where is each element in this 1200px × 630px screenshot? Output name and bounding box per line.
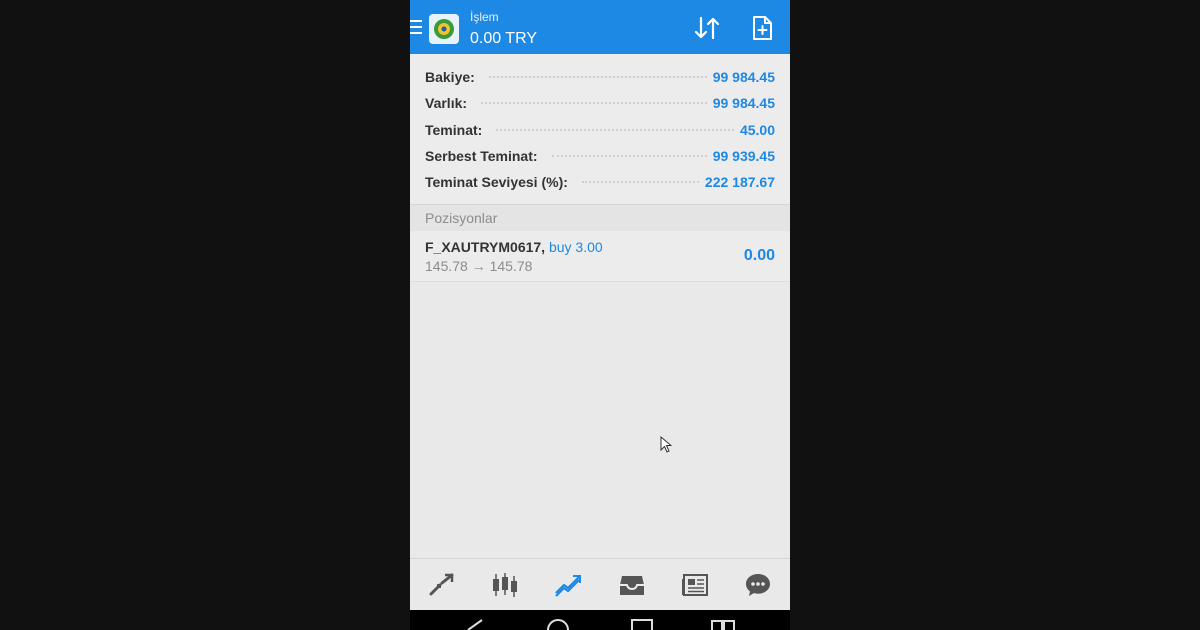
empty-content-area — [410, 282, 790, 558]
nav-chat[interactable] — [738, 565, 778, 605]
system-nav-bar — [410, 610, 790, 630]
dotted-leader — [581, 181, 699, 183]
balance-value: 99 984.45 — [712, 69, 775, 85]
margin-level-label: Teminat Seviyesi (%): — [425, 174, 568, 190]
margin-row: Teminat: 45.00 — [425, 117, 775, 143]
position-type: buy 3.00 — [548, 239, 603, 255]
positions-section-header: Pozisyonlar — [410, 204, 790, 231]
news-icon — [681, 574, 708, 596]
dotted-leader — [496, 129, 734, 131]
position-symbol-line: F_XAUTRYM0617, buy 3.00 — [425, 239, 603, 255]
nav-chart[interactable] — [485, 565, 525, 605]
trade-icon — [555, 575, 582, 597]
nav-quotes[interactable] — [422, 565, 462, 605]
margin-value: 45.00 — [739, 122, 775, 138]
account-summary: Bakiye: 99 984.45 Varlık: 99 984.45 Temi… — [410, 54, 790, 204]
equity-label: Varlık: — [425, 95, 468, 111]
toolbar-title: 0.00 TRY — [470, 30, 538, 47]
position-prices: 145.78 → 145.78 — [425, 258, 533, 274]
positions-header-label: Pozisyonlar — [425, 210, 498, 226]
balance-label: Bakiye: — [425, 69, 475, 85]
app-logo-icon[interactable] — [428, 13, 460, 45]
chat-icon — [746, 574, 771, 596]
margin-label: Teminat: — [425, 122, 483, 138]
position-profit: 0.00 — [743, 247, 775, 264]
mouse-cursor-icon — [660, 436, 672, 453]
free-margin-row: Serbest Teminat: 99 939.45 — [425, 143, 775, 169]
position-symbol: F_XAUTRYM0617, — [425, 239, 546, 255]
free-margin-value: 99 939.45 — [712, 148, 775, 164]
nav-trade[interactable] — [548, 565, 588, 605]
back-icon[interactable] — [464, 618, 486, 630]
chart-icon — [492, 573, 517, 597]
dotted-leader — [551, 155, 707, 157]
margin-level-row: Teminat Seviyesi (%): 222 187.67 — [425, 169, 775, 195]
phone-screen: İşlem 0.00 TRY Bakiye: 99 984.45 Varlık:… — [410, 0, 790, 630]
sort-icon[interactable] — [692, 15, 722, 41]
position-item[interactable]: F_XAUTRYM0617, buy 3.00 145.78 → 145.78 … — [410, 231, 790, 282]
equity-value: 99 984.45 — [712, 95, 775, 111]
nav-history[interactable] — [612, 565, 652, 605]
menu-icon[interactable] — [410, 20, 422, 34]
home-icon[interactable] — [546, 618, 570, 630]
nav-news[interactable] — [675, 565, 715, 605]
bottom-navigation — [410, 558, 790, 611]
new-order-icon[interactable] — [750, 15, 774, 41]
free-margin-label: Serbest Teminat: — [425, 148, 538, 164]
app-toolbar: İşlem 0.00 TRY — [410, 0, 790, 54]
dotted-leader — [481, 102, 707, 104]
quotes-icon — [429, 573, 454, 596]
history-icon — [619, 576, 644, 595]
screen-cast-icon[interactable] — [710, 618, 738, 630]
equity-row: Varlık: 99 984.45 — [425, 90, 775, 116]
recent-apps-icon[interactable] — [630, 618, 654, 630]
margin-level-value: 222 187.67 — [704, 174, 775, 190]
toolbar-subtitle: İşlem — [470, 10, 499, 24]
dotted-leader — [488, 76, 707, 78]
balance-row: Bakiye: 99 984.45 — [425, 64, 775, 90]
